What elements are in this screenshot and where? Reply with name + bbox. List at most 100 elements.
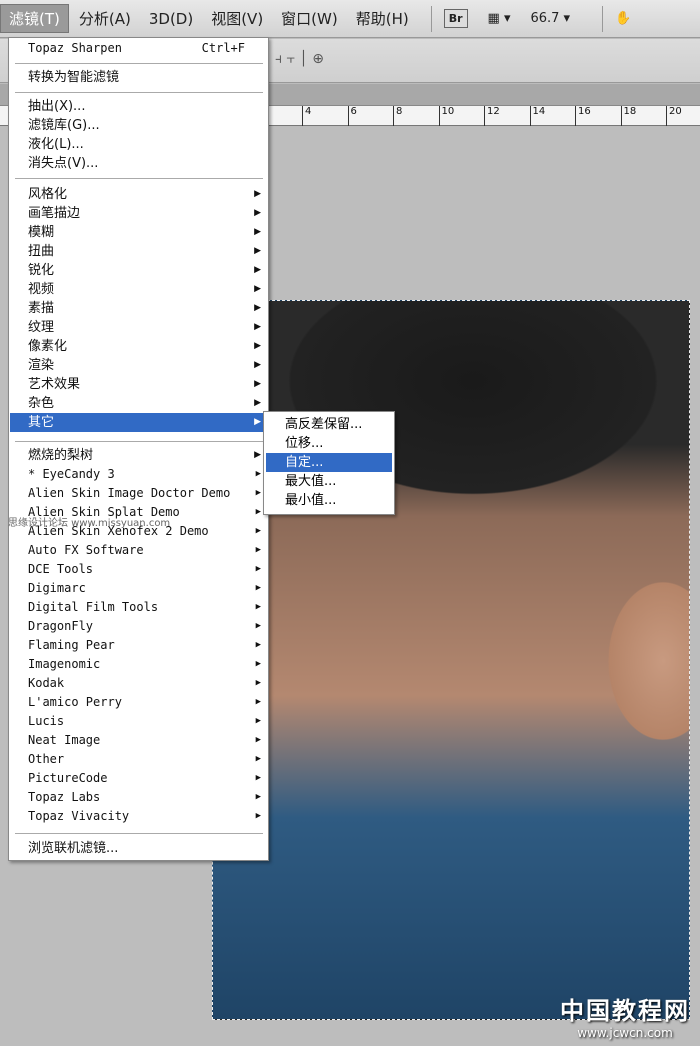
photo-with-selection[interactable] [212, 300, 690, 1020]
menu-item[interactable]: Kodak ▶ [10, 674, 267, 693]
menu-item[interactable]: 消失点(V)... [10, 154, 267, 173]
hand-tool-icon[interactable]: ✋ [615, 11, 631, 26]
submenu-item[interactable]: 最小值... [266, 491, 392, 510]
menu-item-label: 液化(L)... [28, 137, 84, 152]
menu-item[interactable]: 渲染 ▶ [10, 356, 267, 375]
submenu-arrow-icon: ▶ [255, 773, 261, 783]
submenu-item[interactable]: 位移... [266, 434, 392, 453]
menu-item[interactable]: 纹理 ▶ [10, 318, 267, 337]
menu-item-label: 其它 [28, 415, 55, 430]
menu-item-label: 纹理 [28, 320, 55, 335]
menu-item[interactable]: 像素化 ▶ [10, 337, 267, 356]
submenu-arrow-icon: ▶ [254, 208, 261, 218]
menu-item[interactable]: 抽出(X)... [10, 97, 267, 116]
menu-item-last-filter[interactable]: Topaz Sharpen Ctrl+F [10, 39, 267, 58]
menu-item[interactable]: * EyeCandy 3 ▶ [10, 465, 267, 484]
menu-item-label: 杂色 [28, 396, 55, 411]
menu-item[interactable]: Alien Skin Xenofex 2 Demo ▶ [10, 522, 267, 541]
submenu-arrow-icon: ▶ [255, 621, 261, 631]
ruler-tick: 8 [393, 106, 402, 126]
menu-item[interactable]: Flaming Pear ▶ [10, 636, 267, 655]
shortcut: Ctrl+F [201, 41, 245, 55]
ruler-tick: 12 [484, 106, 500, 126]
menu-item-label: 滤镜库(G)... [28, 118, 100, 133]
menu-item[interactable]: Alien Skin Splat Demo ▶ [10, 503, 267, 522]
menu-help[interactable]: 帮助(H) [348, 5, 417, 32]
menu-item[interactable]: 杂色 ▶ [10, 394, 267, 413]
menu-item[interactable]: Digital Film Tools ▶ [10, 598, 267, 617]
ruler-tick: 6 [347, 106, 357, 126]
menu-item[interactable]: 模糊 ▶ [10, 223, 267, 242]
menu-item[interactable]: Alien Skin Image Doctor Demo ▶ [10, 484, 267, 503]
submenu-arrow-icon: ▶ [255, 792, 261, 802]
submenu-item[interactable]: 高反差保留... [266, 415, 392, 434]
submenu-arrow-icon: ▶ [255, 545, 261, 555]
menu-item[interactable]: 素描 ▶ [10, 299, 267, 318]
menu-item-label: L'amico Perry [28, 695, 122, 709]
menu-item[interactable]: Digimarc ▶ [10, 579, 267, 598]
distribute-icons[interactable]: ⫞ ⫟ │ ⊕ [275, 51, 324, 67]
menu-item[interactable]: 液化(L)... [10, 135, 267, 154]
menu-item[interactable]: Imagenomic ▶ [10, 655, 267, 674]
menu-item-label: DragonFly [28, 619, 94, 633]
menu-item-label: 锐化 [28, 263, 55, 278]
watermark-url: www.jcwcn.com [577, 1026, 673, 1040]
submenu-arrow-icon: ▶ [254, 322, 261, 332]
menu-item-label: PictureCode [28, 771, 108, 785]
menu-item[interactable]: 画笔描边 ▶ [10, 204, 267, 223]
menu-item[interactable]: Other ▶ [10, 750, 267, 769]
submenu-arrow-icon: ▶ [254, 450, 261, 460]
menu-item-label: 风格化 [28, 187, 68, 202]
menu-item[interactable]: 风格化 ▶ [10, 185, 267, 204]
menu-item[interactable]: Topaz Vivacity ▶ [10, 807, 267, 826]
menu-item-label: Other [28, 752, 65, 766]
submenu-arrow-icon: ▶ [254, 303, 261, 313]
divider [602, 5, 604, 32]
screen-mode-button[interactable]: ▦ ▾ [488, 11, 511, 26]
menu-item[interactable]: DragonFly ▶ [10, 617, 267, 636]
menu-item[interactable]: 其它 ▶ [10, 413, 267, 432]
menu-window[interactable]: 窗口(W) [273, 5, 346, 32]
menu-filter[interactable]: 滤镜(T) [0, 4, 69, 33]
menu-item[interactable]: 视频 ▶ [10, 280, 267, 299]
menu-item[interactable]: DCE Tools ▶ [10, 560, 267, 579]
menu-item[interactable]: Neat Image ▶ [10, 731, 267, 750]
ruler-tick: 10 [438, 106, 454, 126]
menu-item[interactable]: L'amico Perry ▶ [10, 693, 267, 712]
submenu-arrow-icon: ▶ [254, 284, 261, 294]
submenu-item[interactable]: 最大值... [266, 472, 392, 491]
menu-item-label: 艺术效果 [28, 377, 81, 392]
menu-item[interactable]: PictureCode ▶ [10, 769, 267, 788]
submenu-item[interactable]: 自定... [266, 453, 392, 472]
ruler-tick: 18 [620, 106, 636, 126]
menu-view[interactable]: 视图(V) [203, 5, 271, 32]
divider [430, 5, 432, 32]
menu-item-convert-smart-filter[interactable]: 转换为智能滤镜 [10, 68, 267, 87]
watermark-title: 中国教程网 [560, 997, 690, 1025]
menu-item-label: Digital Film Tools [28, 600, 159, 614]
menu-item[interactable]: Lucis ▶ [10, 712, 267, 731]
submenu-arrow-icon: ▶ [255, 659, 261, 669]
menu-item[interactable]: 锐化 ▶ [10, 261, 267, 280]
submenu-arrow-icon: ▶ [255, 583, 261, 593]
menu-item-label: * EyeCandy 3 [28, 467, 115, 481]
menu-item[interactable]: Topaz Labs ▶ [10, 788, 267, 807]
menu-item[interactable]: 艺术效果 ▶ [10, 375, 267, 394]
menu-3d[interactable]: 3D(D) [141, 7, 201, 31]
submenu-arrow-icon: ▶ [255, 488, 261, 498]
other-submenu: 高反差保留... 位移... 自定... 最大值... 最小值... [263, 411, 395, 515]
submenu-arrow-icon: ▶ [254, 265, 261, 275]
menu-analysis[interactable]: 分析(A) [71, 5, 139, 32]
submenu-arrow-icon: ▶ [254, 189, 261, 199]
menu-item[interactable]: 燃烧的梨树 ▶ [10, 446, 267, 465]
zoom-level-dropdown[interactable]: 66.7 ▾ [530, 11, 570, 26]
submenu-arrow-icon: ▶ [254, 398, 261, 408]
separator [15, 92, 263, 93]
menu-item[interactable]: 滤镜库(G)... [10, 116, 267, 135]
menu-item-label: Flaming Pear [28, 638, 115, 652]
menu-item[interactable]: Auto FX Software ▶ [10, 541, 267, 560]
menu-item-browse-online[interactable]: 浏览联机滤镜... [10, 839, 267, 858]
submenu-arrow-icon: ▶ [255, 640, 261, 650]
bridge-button[interactable]: Br [443, 9, 468, 28]
menu-item[interactable]: 扭曲 ▶ [10, 242, 267, 261]
